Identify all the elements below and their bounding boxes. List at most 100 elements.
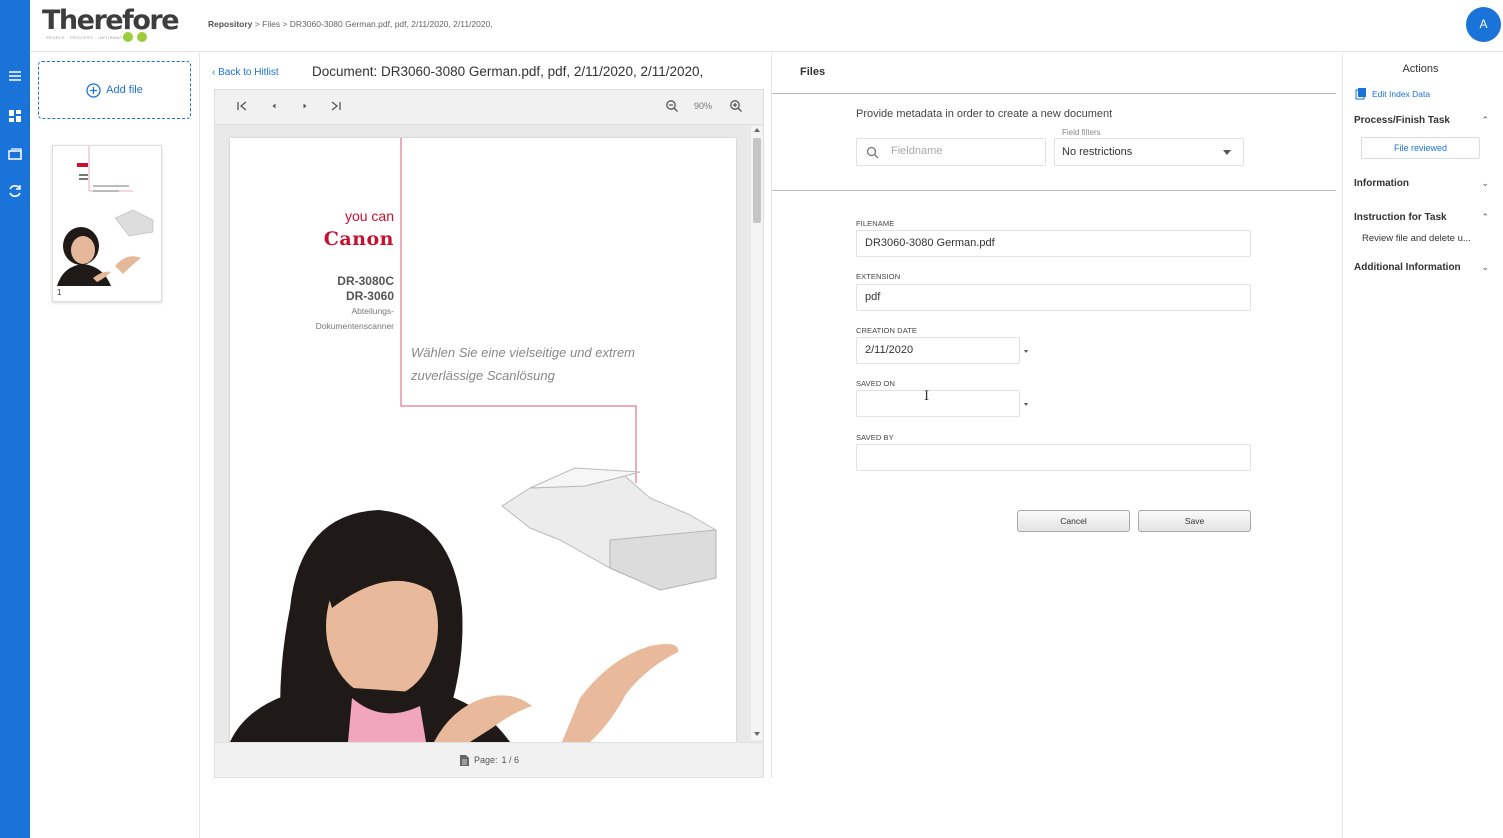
section-title: Additional Information [1354,262,1461,273]
page-thumbnail[interactable]: 1 [52,145,162,302]
chevron-down-icon[interactable]: ⌄ [1481,262,1489,273]
section-title: Instruction for Task [1354,212,1447,223]
save-button[interactable]: Save [1138,510,1251,532]
page-desc-2: Dokumentenscanner [315,321,394,331]
page-slogan-1: Wählen Sie eine vielseitige und extrem [411,345,636,360]
next-page-icon[interactable] [298,99,312,113]
folders-icon[interactable] [4,143,26,165]
section-additional-information[interactable]: Additional Information ⌄ [1354,262,1489,273]
document-header: ‹ Back to Hitlist Document: DR3060-3080 … [212,62,772,84]
actions-title: Actions [1402,63,1439,75]
saved-by-field[interactable] [856,444,1251,471]
sync-icon[interactable] [4,180,26,202]
document-title: Document: DR3060-3080 German.pdf, pdf, 2… [312,64,704,79]
zoom-level: 90% [694,101,713,111]
breadcrumb-files[interactable]: Files [262,19,280,29]
saved-on-dropdown-icon[interactable] [1024,403,1028,406]
extension-field[interactable]: pdf [856,284,1251,311]
page-you-can: you can [344,208,394,224]
files-panel: Files Provide metadata in order to creat… [772,53,1342,838]
edit-index-label: Edit Index Data [1372,88,1431,99]
chevron-down-icon[interactable]: ⌄ [1481,178,1489,189]
filename-field[interactable]: DR3060-3080 German.pdf [856,230,1251,257]
add-file-button[interactable]: Add file [38,61,191,119]
page-canon-logo: Canon [323,228,394,250]
viewer-scrollbar[interactable] [751,126,763,740]
page-slogan-2: zuverlässige Scanlösung [411,368,555,383]
section-process-finish-task[interactable]: Process/Finish Task ⌃ [1354,115,1489,126]
creation-date-dropdown-icon[interactable] [1024,350,1028,353]
filename-label: FILENAME [856,219,895,228]
saved-on-field[interactable] [856,390,1020,417]
divider-line [772,190,1336,191]
file-reviewed-button[interactable]: File reviewed [1361,137,1480,159]
dashboard-icon[interactable] [4,105,26,127]
logo-tagline: PEOPLE · PROCESS · INFORMATION [46,35,132,40]
extension-label: EXTENSION [856,272,901,281]
divider-line [772,93,1336,94]
add-circle-icon [86,82,101,98]
logo-dot-icon [123,32,133,42]
field-filters-select[interactable]: No restrictions [1054,138,1244,166]
saved-on-label: SAVED ON [856,379,896,388]
page-label: Page: [473,755,498,765]
thumbnail-preview [57,146,154,286]
saved-by-label: SAVED BY [856,433,894,442]
last-page-icon[interactable] [329,99,343,113]
page-desc-1: Abteilungs- [351,306,394,316]
field-filters-value: No restrictions [1062,146,1133,158]
breadcrumb-repository[interactable]: Repository [208,19,252,29]
zoom-out-icon[interactable] [665,99,679,113]
section-title: Process/Finish Task [1354,115,1450,126]
search-icon [866,146,879,159]
actions-panel: Actions Edit Index Data Process/Finish T… [1343,53,1503,838]
scrollbar-thumb[interactable] [753,138,761,223]
first-page-icon[interactable] [235,99,249,113]
logo-dot-icon [137,32,147,42]
breadcrumb: Repository > Files > DR3060-3080 German.… [208,19,493,29]
breadcrumb-separator: > [254,19,260,29]
edit-index-data-link[interactable]: Edit Index Data [1355,87,1430,100]
metadata-intro: Provide metadata in order to create a ne… [856,108,1113,120]
page-indicator: 1 / 6 [501,755,520,765]
back-to-hitlist-label: Back to Hitlist [218,67,279,78]
document-icon [459,754,469,766]
section-information[interactable]: Information ⌄ [1354,178,1489,189]
document-viewer: 90% you can Canon DR-3080C DR-3060 Abtei… [214,89,764,778]
instruction-text: Review file and delete u... [1362,233,1471,244]
fieldname-search[interactable] [856,138,1046,166]
left-nav-bar [0,0,30,838]
viewer-toolbar: 90% [215,90,763,125]
chevron-up-icon[interactable]: ⌃ [1481,115,1489,126]
user-avatar[interactable]: A [1466,7,1501,42]
text-cursor-icon: I [924,389,930,404]
page-model-2: DR-3060 [345,289,394,303]
previous-page-icon[interactable] [267,99,281,113]
viewer-footer: Page: 1 / 6 [215,742,763,777]
cancel-button[interactable]: Cancel [1017,510,1130,532]
section-instruction-for-task[interactable]: Instruction for Task ⌃ [1354,212,1489,223]
chevron-up-icon[interactable]: ⌃ [1481,212,1489,223]
back-to-hitlist-link[interactable]: ‹ Back to Hitlist [212,67,279,78]
thumbnail-column: Add file 1 [30,53,200,838]
therefore-logo[interactable]: Therefore [42,5,180,36]
thumbnail-page-number: 1 [57,288,62,297]
top-bar: Therefore PEOPLE · PROCESS · INFORMATION… [30,0,1503,52]
fieldname-input[interactable] [891,145,1036,157]
caret-down-icon [1223,150,1231,155]
page-model-1: DR-3080C [337,274,394,288]
breadcrumb-separator: > [282,19,288,29]
document-page: you can Canon DR-3080C DR-3060 Abteilung… [230,138,736,742]
scroll-up-icon[interactable] [754,128,760,132]
field-filters-label: Field filters [1062,128,1101,137]
breadcrumb-document: DR3060-3080 German.pdf, pdf, 2/11/2020, … [289,19,493,29]
files-title: Files [800,66,826,78]
creation-date-field[interactable]: 2/11/2020 [856,337,1020,364]
edit-index-icon [1355,88,1366,100]
section-title: Information [1354,178,1409,189]
zoom-in-icon[interactable] [729,99,743,113]
scroll-down-icon[interactable] [754,732,760,736]
menu-icon[interactable] [4,65,26,87]
add-file-label: Add file [106,84,143,96]
creation-date-label: CREATION DATE [856,326,918,335]
